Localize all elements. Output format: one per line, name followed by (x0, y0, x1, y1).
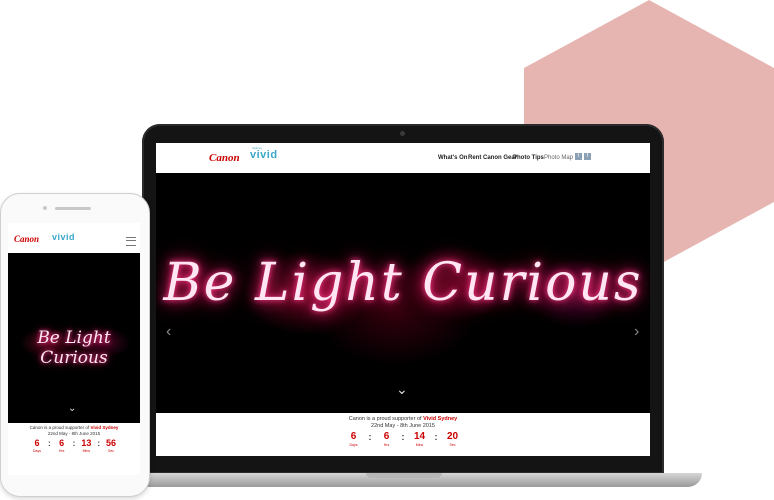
phone-camera (43, 206, 47, 210)
mobile-hero-headline: Be Light Curious (37, 328, 111, 368)
mobile-countdown-timer: 6 Days : 6 Hrs : 13 Mins : 56 Sec (8, 438, 140, 456)
chevron-left-icon[interactable]: ‹ (166, 323, 171, 341)
countdown-mins: 14 Mins (413, 431, 426, 447)
twitter-icon[interactable]: t (575, 153, 582, 160)
facebook-icon[interactable]: f (584, 153, 591, 160)
event-dates: 22nd May - 8th June 2015 (47, 431, 101, 436)
countdown-separator: : (434, 432, 438, 442)
countdown-separator: : (401, 432, 405, 442)
laptop-camera (400, 131, 405, 136)
laptop-notch (366, 473, 442, 478)
vivid-tag: Sydney (252, 146, 263, 150)
countdown-secs: 56 Sec (105, 438, 116, 453)
event-dates: 22nd May - 8th June 2015 (371, 423, 435, 429)
countdown-days: 6 Days (32, 438, 41, 453)
vivid-logo[interactable]: vivid (250, 149, 278, 161)
supporter-prefix: Canon is a proud supporter of (348, 416, 422, 422)
canon-logo[interactable]: Canon (14, 234, 39, 244)
mobile-hero-banner: Be Light Curious ⌄ (8, 253, 140, 423)
site-header: Canon vivid Sydney What's On Rent Canon … (156, 143, 650, 173)
mobile-countdown-section: Canon is a proud supporter of Vivid Sydn… (8, 423, 140, 475)
countdown-mins: 13 Mins (81, 438, 92, 453)
scroll-down-icon[interactable]: ⌄ (68, 403, 76, 414)
mobile-header: Canon vivid (8, 223, 140, 253)
chevron-right-icon[interactable]: › (634, 323, 639, 341)
supporter-event[interactable]: Vivid Sydney (423, 416, 457, 422)
supporter-text: Canon is a proud supporter of Vivid Sydn… (29, 425, 119, 430)
countdown-separator: : (368, 432, 372, 442)
countdown-days: 6 Days (349, 431, 358, 447)
countdown-separator: : (72, 439, 76, 448)
hero-banner: Be Light Curious ‹ › ⌄ (156, 173, 650, 413)
countdown-hours: 6 Hrs (58, 438, 65, 453)
laptop-screen: Canon vivid Sydney What's On Rent Canon … (156, 143, 650, 456)
phone-screen: Canon vivid Be Light Curious ⌄ Canon is … (8, 223, 140, 475)
hero-headline: Be Light Curious (163, 253, 643, 313)
countdown-section: Canon is a proud supporter of Vivid Sydn… (156, 413, 650, 456)
phone-speaker (55, 207, 91, 210)
vivid-logo[interactable]: vivid (52, 232, 75, 242)
countdown-hours: 6 Hrs (383, 431, 390, 447)
scroll-down-icon[interactable]: ⌄ (396, 381, 408, 398)
countdown-timer: 6 Days : 6 Hrs : 14 Mins : 20 Sec (156, 431, 650, 449)
countdown-separator: : (47, 439, 51, 448)
canon-logo[interactable]: Canon (209, 152, 240, 164)
nav-whats-on[interactable]: What's On (438, 155, 467, 161)
hamburger-menu-icon[interactable] (126, 237, 136, 246)
supporter-text: Canon is a proud supporter of Vivid Sydn… (156, 416, 650, 422)
nav-photo-map[interactable]: Photo Map (544, 155, 573, 161)
countdown-secs: 20 Sec (446, 431, 459, 447)
nav-rent-canon-gear[interactable]: Rent Canon Gear (468, 155, 517, 161)
nav-photo-tips[interactable]: Photo Tips (513, 155, 544, 161)
countdown-separator: : (97, 439, 100, 448)
